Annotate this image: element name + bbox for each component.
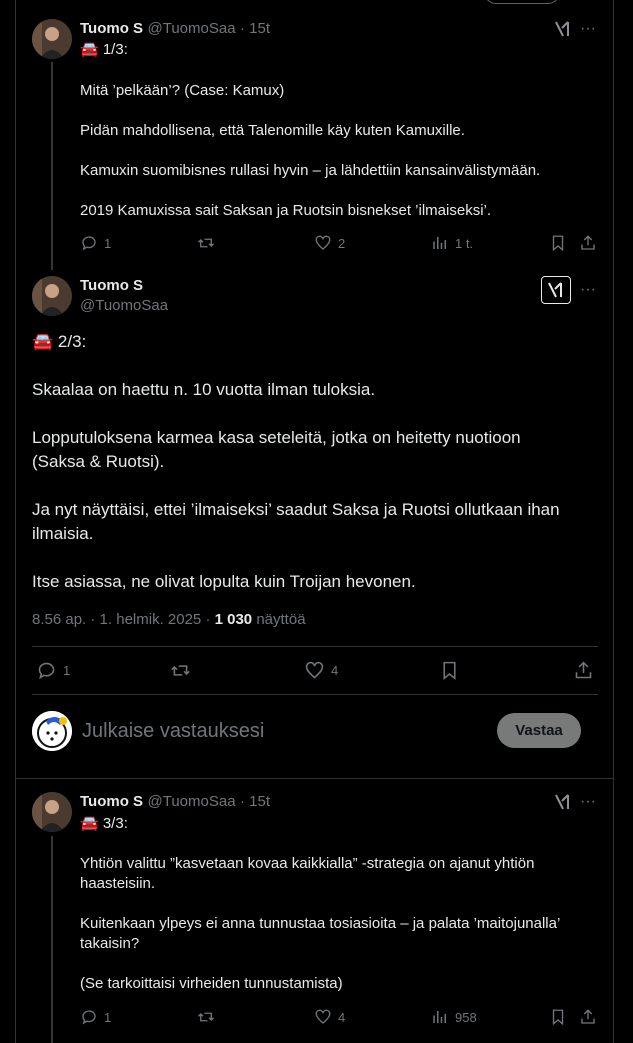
tweet-text-line: Skaalaa on haettu n. 10 vuotta ilman tul… xyxy=(32,380,376,399)
retweet-button[interactable] xyxy=(197,234,215,252)
author-handle[interactable]: @TuomoSaa xyxy=(80,297,168,314)
thread-line xyxy=(51,836,53,1043)
tweet-text-line: Yhtiön valittu ”kasvetaan kovaa kaikkial… xyxy=(80,855,535,872)
retweet-icon xyxy=(198,238,214,248)
retweet-button[interactable] xyxy=(170,660,191,681)
like-icon xyxy=(315,1009,331,1024)
reply-count: 1 xyxy=(104,1009,112,1025)
views-icon xyxy=(433,237,446,249)
reply-icon xyxy=(38,662,55,680)
grok-icon[interactable] xyxy=(554,793,572,816)
like-icon xyxy=(315,235,331,250)
tweet-header: Tuomo S @TuomoSaa · 15t xyxy=(80,793,270,811)
bookmark-icon xyxy=(552,235,564,252)
author-handle[interactable]: @TuomoSaa xyxy=(148,793,236,810)
bookmark-icon xyxy=(443,661,456,681)
tweet-text-line: 2019 Kamuxissa sait Saksan ja Ruotsin bi… xyxy=(80,202,492,219)
tweet-text-line: Itse asiassa, ne olivat lopulta kuin Tro… xyxy=(32,572,416,591)
tweet-view-label: näyttöä xyxy=(256,611,306,628)
grok-icon[interactable] xyxy=(554,20,572,43)
reply-count: 1 xyxy=(63,663,71,678)
bookmark-button[interactable] xyxy=(549,234,567,252)
tweet-time[interactable]: · 15t xyxy=(240,793,270,810)
tweet-text-line: ilmaisia. xyxy=(32,524,94,543)
bookmark-button[interactable] xyxy=(549,1008,567,1026)
reply-count: 1 xyxy=(104,235,112,251)
top-partial-button[interactable] xyxy=(484,0,560,4)
more-icon[interactable]: ··· xyxy=(580,20,596,38)
divider xyxy=(32,694,598,695)
tweet-text-line: 🚘 2/3: xyxy=(32,332,87,351)
like-button[interactable]: 2 xyxy=(314,234,345,252)
divider xyxy=(16,778,613,779)
retweet-icon xyxy=(198,1012,214,1022)
divider xyxy=(32,646,598,647)
share-button[interactable] xyxy=(579,1008,597,1026)
reply-icon xyxy=(82,1010,96,1025)
avatar[interactable] xyxy=(32,276,72,316)
views-button[interactable]: 958 xyxy=(431,1008,477,1026)
reply-icon xyxy=(82,236,96,251)
reply-button[interactable]: 1 xyxy=(36,660,70,681)
view-count: 1 t. xyxy=(455,235,474,251)
user-avatar[interactable] xyxy=(32,711,72,751)
tweet-meta: 8.56 ap. · 1. helmik. 2025 · 1 030 näytt… xyxy=(32,611,306,628)
reply-button[interactable]: 1 xyxy=(80,1008,111,1026)
views-icon xyxy=(433,1011,446,1023)
retweet-icon xyxy=(171,665,190,676)
like-button[interactable]: 4 xyxy=(314,1008,345,1026)
like-count: 4 xyxy=(338,1009,346,1025)
tweet-view-count: 1 030 xyxy=(214,611,253,628)
author-handle[interactable]: @TuomoSaa xyxy=(148,20,236,37)
bookmark-icon xyxy=(552,1009,564,1026)
avatar[interactable] xyxy=(32,792,72,832)
author-name[interactable]: Tuomo S xyxy=(80,20,143,37)
tweet-text-line: Lopputuloksena karmea kasa seteleitä, jo… xyxy=(32,428,521,447)
tweet-text-line: 🚘 3/3: xyxy=(80,815,128,832)
share-button[interactable] xyxy=(573,660,594,681)
tweet-text-line: (Saksa & Ruotsi). xyxy=(32,452,165,471)
view-count: 958 xyxy=(455,1009,477,1025)
tweet-text-line: takaisin? xyxy=(80,935,140,952)
tweet-time[interactable]: · 15t xyxy=(240,20,270,37)
reply-input[interactable]: Julkaise vastauksesi xyxy=(82,720,264,743)
tweet-text-line: Kamuxin suomibisnes rullasi hyvin – ja l… xyxy=(80,162,541,179)
like-icon xyxy=(305,661,324,679)
reply-button[interactable]: 1 xyxy=(80,234,111,252)
share-icon xyxy=(581,1009,595,1024)
more-icon[interactable]: ··· xyxy=(580,793,596,811)
tweet-text-line: (Se tarkoittaisi virheiden tunnustamista… xyxy=(80,975,343,992)
thread-line xyxy=(51,62,53,270)
share-button[interactable] xyxy=(579,234,597,252)
tweet-text-line: Ja nyt näyttäisi, ettei ’ilmaiseksi’ saa… xyxy=(32,500,560,519)
views-button[interactable]: 1 t. xyxy=(431,234,473,252)
like-button[interactable]: 4 xyxy=(304,660,338,681)
tweet-text-line: Pidän mahdollisena, että Talenomille käy… xyxy=(80,122,465,139)
author-name[interactable]: Tuomo S xyxy=(80,793,143,810)
grok-icon[interactable] xyxy=(541,276,571,304)
like-count: 2 xyxy=(338,235,346,251)
reply-submit-button[interactable]: Vastaa xyxy=(497,713,581,748)
tweet-timestamp[interactable]: 8.56 ap. · 1. helmik. 2025 · xyxy=(32,611,210,628)
avatar[interactable] xyxy=(32,19,72,59)
share-icon xyxy=(581,235,595,250)
tweet-text-line: haasteisiin. xyxy=(80,875,156,892)
tweet-header: Tuomo S @TuomoSaa · 15t xyxy=(80,20,270,38)
tweet-text-line: Mitä ’pelkään’? (Case: Kamux) xyxy=(80,82,285,99)
retweet-button[interactable] xyxy=(197,1008,215,1026)
bookmark-button[interactable] xyxy=(439,660,460,681)
share-icon xyxy=(575,661,592,679)
like-count: 4 xyxy=(331,663,339,678)
more-icon[interactable]: ··· xyxy=(580,281,596,299)
tweet-text-line: 🚘 1/3: xyxy=(80,41,128,58)
author-name[interactable]: Tuomo S xyxy=(80,277,143,294)
tweet-text-line: Kuitenkaan ylpeys ei anna tunnustaa tosi… xyxy=(80,915,561,932)
